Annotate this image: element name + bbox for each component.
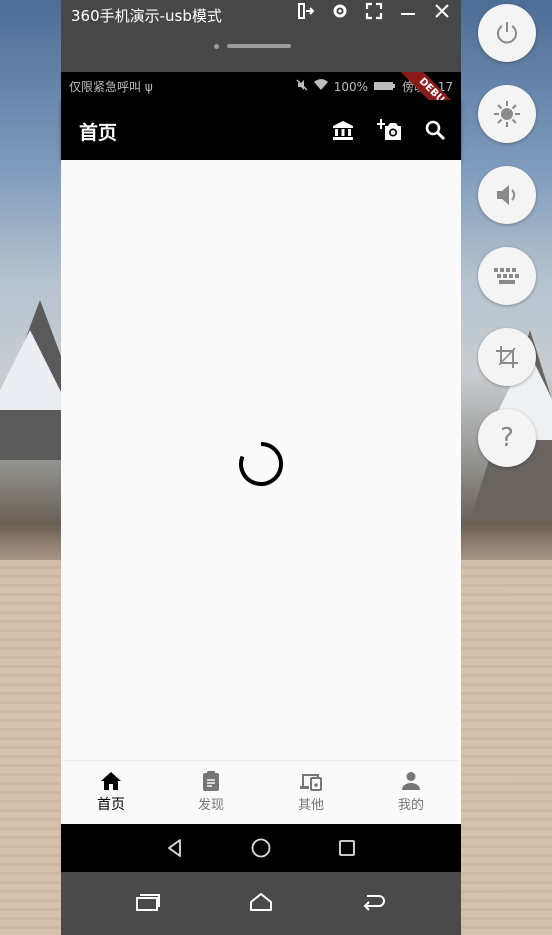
host-home-icon[interactable] [248,891,274,917]
crop-icon[interactable] [478,328,536,386]
wifi-icon [313,79,328,94]
nav-item-discover[interactable]: 发现 [161,761,261,824]
mute-icon [296,79,308,94]
minimize-icon[interactable] [397,2,419,24]
recents-icon[interactable] [333,834,361,862]
app-bar: 首页 [61,100,461,160]
gear-icon[interactable] [329,2,351,24]
nav-label-mine: 我的 [397,798,424,813]
nav-item-mine[interactable]: 我的 [361,761,461,824]
android-nav-bar [61,824,461,872]
devices-icon [300,774,322,791]
add-photo-icon[interactable] [375,116,403,144]
battery-icon [374,80,396,94]
power-icon[interactable] [478,4,536,62]
clipboard-icon [203,771,219,791]
nav-item-home[interactable]: 首页 [61,761,161,824]
back-icon[interactable] [161,834,189,862]
loading-spinner [239,442,283,486]
home-icon [101,772,121,790]
expand-icon[interactable] [363,2,385,24]
dock-icon[interactable] [295,2,317,24]
nav-label-other: 其他 [297,798,324,813]
keyboard-icon[interactable] [478,247,536,305]
emulator-titlebar[interactable]: 360手机演示-usb模式 [61,0,461,72]
help-icon[interactable]: ? [478,409,536,467]
person-icon [402,772,420,790]
window-title: 360手机演示-usb模式 [71,7,222,25]
close-icon[interactable] [431,2,453,24]
emulator-host-nav [61,872,461,935]
nav-item-other[interactable]: 其他 [261,761,361,824]
status-carrier-text: 仅限紧急呼叫 ψ [69,80,153,94]
home-circle-icon[interactable] [247,834,275,862]
host-back-icon[interactable] [361,891,387,917]
emulator-window: 360手机演示-usb模式 仅限紧急呼叫 ψ 100% 傍晚 6:17 DEBU… [61,0,461,935]
search-icon[interactable] [421,116,449,144]
page-content [61,160,461,760]
brightness-icon[interactable] [478,85,536,143]
drag-handle[interactable] [214,43,294,49]
nav-label-discover: 发现 [197,798,224,813]
bank-icon[interactable] [329,116,357,144]
page-title: 首页 [79,122,118,144]
android-status-bar: 仅限紧急呼叫 ψ 100% 傍晚 6:17 DEBUG [61,72,461,100]
multitask-icon[interactable] [135,892,161,916]
nav-label-home: 首页 [97,797,125,813]
bottom-navigation: 首页 发现 其他 我的 [61,760,461,824]
battery-text: 100% [333,79,369,94]
emulator-side-tools: ? [478,4,538,490]
volume-icon[interactable] [478,166,536,224]
help-glyph: ? [500,423,514,453]
